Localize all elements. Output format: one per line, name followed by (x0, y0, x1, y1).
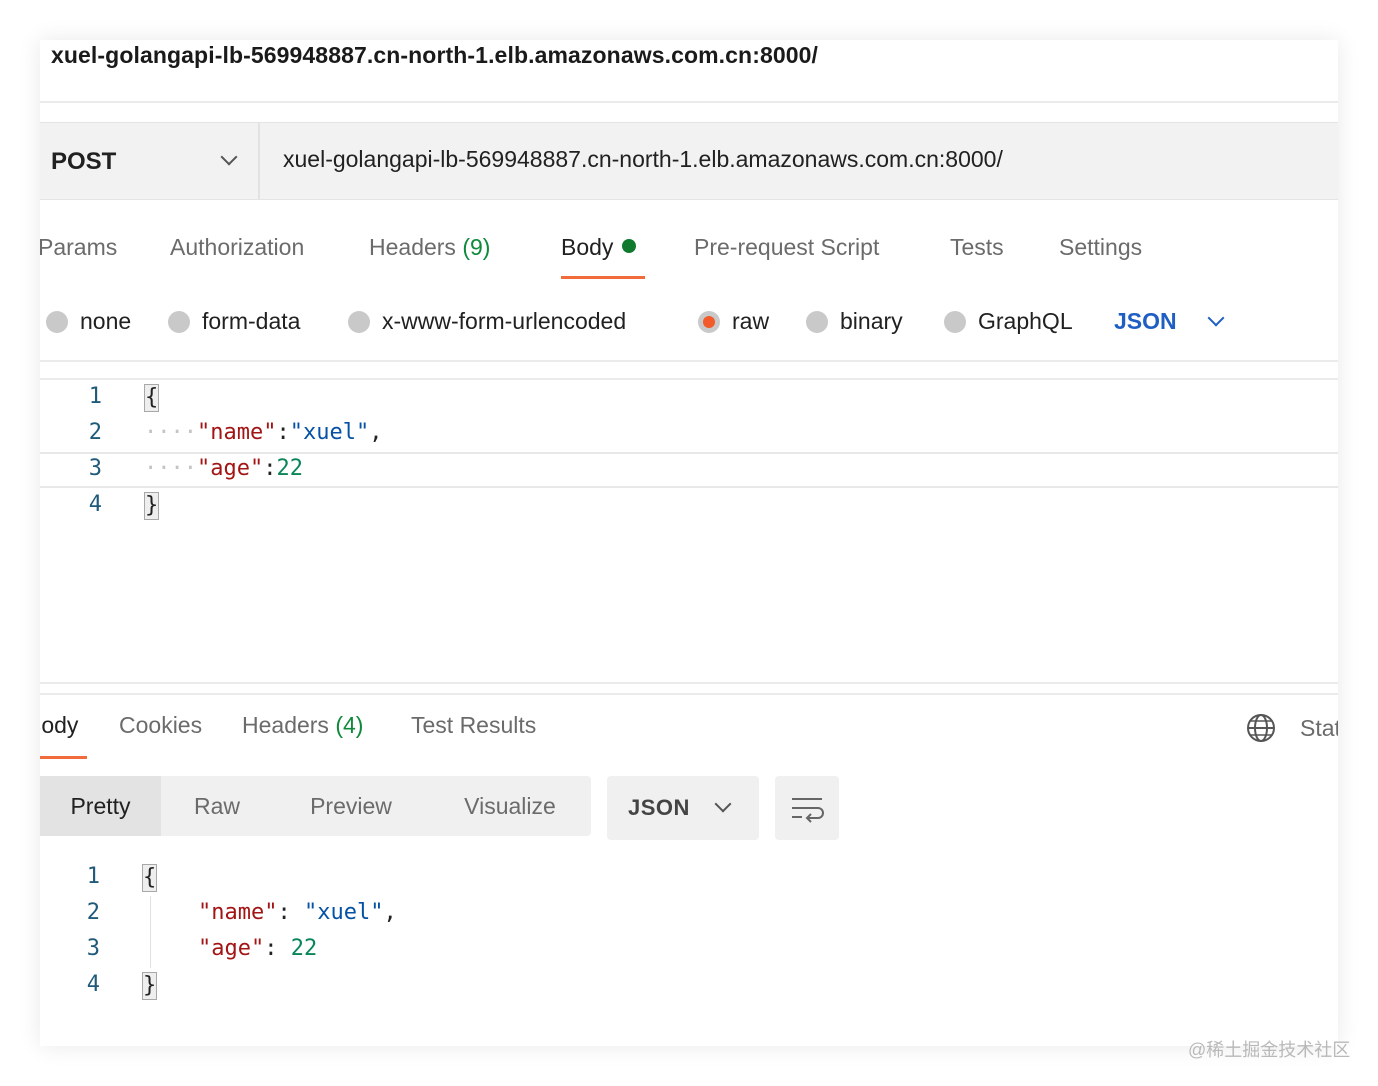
view-mode-preview[interactable]: Preview (292, 776, 410, 836)
radio-icon (348, 311, 370, 333)
watermark: @稀土掘金技术社区 (1188, 1040, 1351, 1060)
line-number: 1 (88, 384, 102, 409)
code-line-current: 3 ····"age":22 (40, 452, 1338, 488)
response-format-select[interactable]: JSON (607, 776, 759, 840)
headers-count: (4) (335, 712, 364, 738)
indent-guide: ···· (144, 456, 197, 481)
response-tab-body[interactable]: Body (40, 712, 78, 739)
code-line: 3 "age": 22 (40, 932, 1338, 968)
line-number: 4 (86, 972, 100, 997)
line-number: 3 (86, 936, 100, 961)
response-tab-test-results[interactable]: Test Results (411, 712, 536, 739)
view-mode-visualize[interactable]: Visualize (444, 776, 576, 836)
chevron-down-icon (714, 795, 732, 813)
tab-authorization[interactable]: Authorization (170, 234, 304, 261)
line-number: 2 (86, 900, 100, 925)
divider (40, 101, 1338, 103)
body-type-none[interactable]: none (46, 308, 131, 335)
tab-tests[interactable]: Tests (950, 234, 1004, 261)
wrap-lines-icon (792, 798, 824, 823)
response-status: Status (1300, 715, 1338, 741)
tab-pre-request-script[interactable]: Pre-request Script (694, 234, 879, 261)
divider (40, 693, 1338, 695)
response-tab-cookies[interactable]: Cookies (119, 712, 202, 739)
active-tab-underline (561, 276, 645, 279)
line-number: 1 (86, 864, 100, 889)
json-key: "name" (196, 420, 277, 445)
code-line: 1 { (40, 380, 1338, 416)
code-line: 4 } (40, 968, 1338, 1004)
line-number: 4 (88, 492, 102, 517)
tab-headers[interactable]: Headers (9) (369, 234, 490, 261)
body-type-graphql[interactable]: GraphQL (944, 308, 1073, 335)
postman-panel: xuel-golangapi-lb-569948887.cn-north-1.e… (40, 40, 1338, 1046)
request-title[interactable]: xuel-golangapi-lb-569948887.cn-north-1.e… (51, 42, 818, 69)
headers-count: (9) (462, 234, 491, 260)
radio-icon (944, 311, 966, 333)
body-type-urlencoded[interactable]: x-www-form-urlencoded (348, 308, 626, 335)
indent-guide (150, 896, 151, 968)
matching-brace: } (144, 492, 160, 520)
active-tab-underline (40, 756, 87, 759)
json-key: "age" (198, 936, 265, 961)
url-bar: POST (40, 122, 1338, 200)
body-type-raw[interactable]: raw (698, 308, 769, 335)
body-type-binary[interactable]: binary (806, 308, 903, 335)
json-key: "age" (196, 456, 264, 481)
radio-icon (46, 311, 68, 333)
indent-guide: ···· (144, 420, 197, 445)
method-label: POST (51, 148, 117, 175)
line-number: 3 (88, 456, 102, 481)
line-number: 2 (88, 420, 102, 445)
matching-brace: } (142, 972, 158, 1000)
code-line: 4 } (40, 488, 1338, 524)
matching-brace: { (142, 864, 158, 892)
divider (40, 360, 1338, 362)
wrap-lines-button[interactable] (775, 776, 839, 840)
url-input[interactable] (283, 146, 1283, 173)
response-tab-headers[interactable]: Headers (4) (242, 712, 363, 739)
chevron-down-icon (1207, 309, 1225, 327)
request-body-editor[interactable]: 1 { 2 ····"name":"xuel", 3 ····"age":22 … (40, 380, 1338, 680)
view-mode-switch: Pretty Raw Preview Visualize (40, 776, 591, 836)
tab-body[interactable]: Body (561, 234, 637, 261)
radio-selected-icon (698, 311, 720, 333)
format-label: JSON (628, 795, 690, 820)
radio-icon (168, 311, 190, 333)
divider (40, 682, 1338, 684)
tab-settings[interactable]: Settings (1059, 234, 1142, 261)
view-mode-raw[interactable]: Raw (172, 776, 262, 836)
code-line: 2 ····"name":"xuel", (40, 416, 1338, 452)
body-modified-dot-icon (622, 239, 637, 253)
view-mode-pretty[interactable]: Pretty (40, 776, 161, 836)
body-type-form-data[interactable]: form-data (168, 308, 300, 335)
raw-language-select[interactable]: JSON (1114, 308, 1177, 335)
tab-params[interactable]: Params (40, 234, 117, 261)
json-number: 22 (290, 936, 318, 961)
code-line: 2 "name": "xuel", (40, 896, 1338, 932)
globe-icon[interactable] (1245, 712, 1277, 744)
json-string: "xuel" (289, 420, 370, 445)
json-key: "name" (198, 900, 278, 925)
matching-brace: { (144, 384, 160, 412)
radio-icon (806, 311, 828, 333)
method-select[interactable]: POST (40, 123, 260, 199)
code-line: 1 { (40, 860, 1338, 896)
chevron-down-icon (220, 148, 238, 166)
json-string: "xuel" (303, 900, 384, 925)
response-body-viewer[interactable]: 1 { 2 "name": "xuel", 3 "age": 22 4 } (40, 860, 1338, 1010)
json-number: 22 (276, 456, 303, 481)
